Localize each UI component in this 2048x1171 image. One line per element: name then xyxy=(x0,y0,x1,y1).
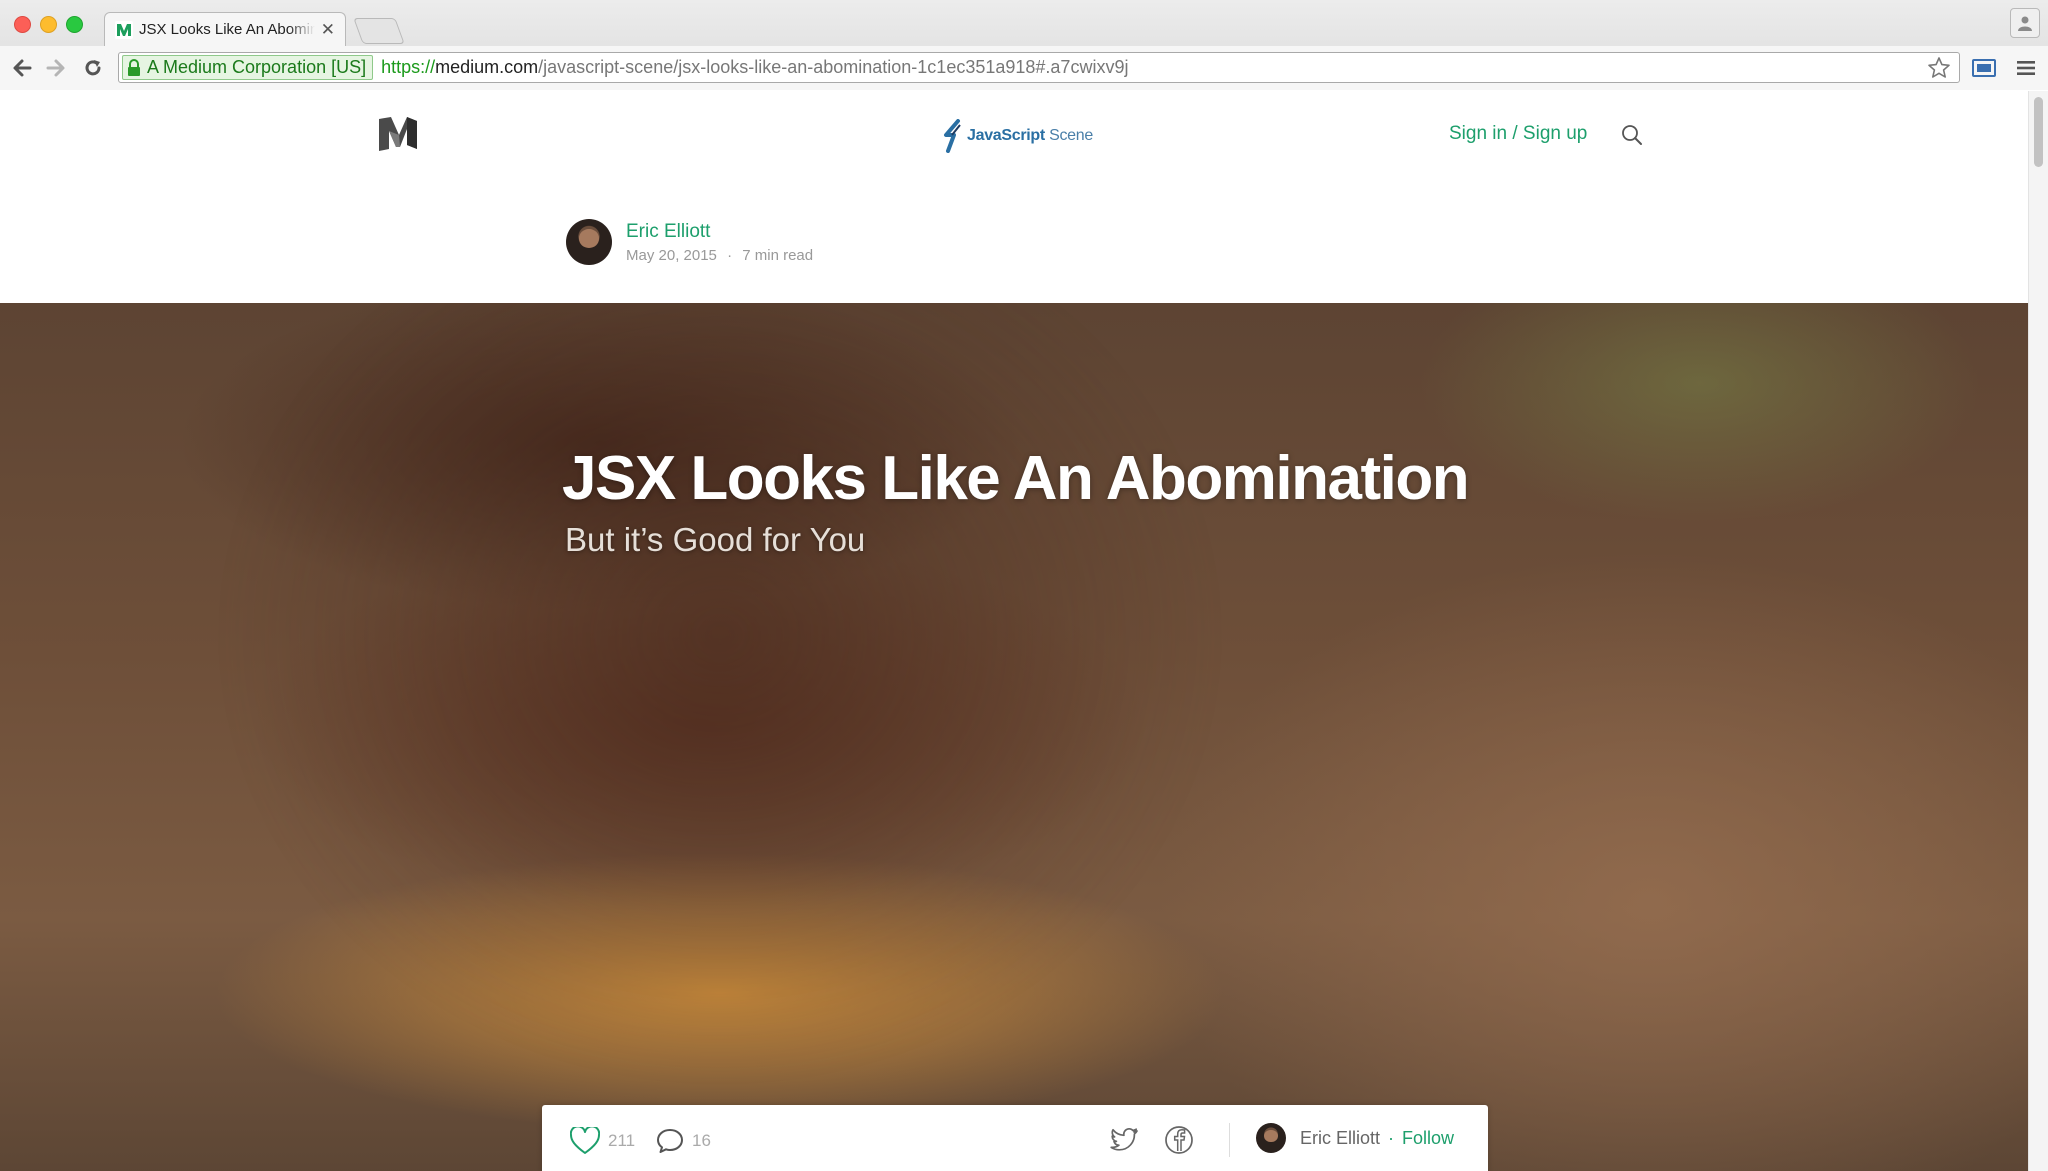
person-icon xyxy=(2018,16,2032,31)
facebook-icon[interactable] xyxy=(1164,1125,1194,1155)
ev-label: A Medium Corporation [US] xyxy=(147,57,367,77)
scrollbar-thumb[interactable] xyxy=(2034,97,2043,167)
responses-button[interactable]: 16 xyxy=(656,1127,711,1155)
minimize-window-button[interactable] xyxy=(40,16,57,33)
hamburger-menu-icon xyxy=(2017,61,2035,75)
signin-link[interactable]: Sign in / Sign up xyxy=(1449,123,1587,145)
hero-image: JSX Looks Like An Abomination But it’s G… xyxy=(0,303,2028,1171)
url-text[interactable]: https://medium.com/javascript-scene/jsx-… xyxy=(381,57,1128,78)
comment-icon xyxy=(657,1129,683,1153)
publication-name: JavaScript Scene xyxy=(967,127,1093,145)
page-scrollbar[interactable] xyxy=(2028,91,2048,1171)
recommend-count: 211 xyxy=(608,1131,636,1150)
address-bar[interactable]: A Medium Corporation [US] https://medium… xyxy=(118,52,1960,83)
article-title: JSX Looks Like An Abomination xyxy=(562,444,1470,513)
meta-separator: · xyxy=(727,246,733,264)
browser-toolbar: A Medium Corporation [US] https://medium… xyxy=(0,46,2048,90)
profile-button[interactable] xyxy=(2010,8,2040,38)
medium-favicon-icon xyxy=(115,20,133,39)
url-scheme: https:// xyxy=(381,57,436,77)
back-button[interactable] xyxy=(8,54,36,82)
menu-button[interactable] xyxy=(2012,56,2040,80)
javascript-scene-logo-icon xyxy=(944,119,961,153)
action-bar-divider xyxy=(1229,1123,1230,1157)
browser-tab-active[interactable]: JSX Looks Like An Abomination ✕ xyxy=(104,12,346,46)
author-avatar[interactable] xyxy=(566,219,612,265)
heart-icon xyxy=(570,1127,600,1154)
reload-button[interactable] xyxy=(79,54,107,82)
tab-close-icon[interactable]: ✕ xyxy=(321,20,335,40)
author-follow-group: Eric Elliott · Follow xyxy=(1256,1123,1454,1153)
bookmark-star-icon[interactable] xyxy=(1927,56,1951,80)
author-name-link[interactable]: Eric Elliott xyxy=(626,221,813,243)
ev-certificate-badge[interactable]: A Medium Corporation [US] xyxy=(122,55,374,80)
browser-chrome: JSX Looks Like An Abomination ✕ xyxy=(0,0,2048,90)
author-name-small[interactable]: Eric Elliott xyxy=(1300,1128,1380,1149)
response-count: 16 xyxy=(692,1131,711,1150)
forward-arrow-icon xyxy=(46,59,65,77)
tab-title: JSX Looks Like An Abomination xyxy=(139,21,315,38)
url-host: medium.com xyxy=(435,57,539,77)
zoom-window-button[interactable] xyxy=(66,16,83,33)
post-date: May 20, 2015 xyxy=(626,246,717,264)
medium-logo-icon[interactable] xyxy=(377,115,419,153)
tab-strip: JSX Looks Like An Abomination ✕ xyxy=(0,0,2048,46)
recommend-button[interactable]: 211 xyxy=(570,1127,635,1155)
publication-name-bold: JavaScript xyxy=(967,127,1045,144)
read-time: 7 min read xyxy=(742,246,814,264)
back-arrow-icon xyxy=(13,59,32,77)
author-separator: · xyxy=(1388,1127,1395,1148)
cast-button[interactable] xyxy=(1970,56,1998,80)
close-window-button[interactable] xyxy=(14,16,31,33)
new-tab-button[interactable] xyxy=(353,18,405,44)
publication-logo[interactable]: JavaScript Scene xyxy=(942,119,1093,153)
url-path: /javascript-scene/jsx-looks-like-an-abom… xyxy=(538,57,1129,77)
publication-name-light: Scene xyxy=(1044,127,1093,144)
reload-icon xyxy=(85,60,101,76)
article-byline: Eric Elliott May 20, 2015 · 7 min read xyxy=(566,219,813,265)
page-content: JavaScript Scene Sign in / Sign up Eric … xyxy=(0,91,2028,1171)
article-subtitle: But it’s Good for You xyxy=(565,521,866,558)
post-action-bar: 211 16 Eric Elliott · Follow xyxy=(542,1105,1488,1171)
lock-icon xyxy=(128,58,140,76)
post-meta: May 20, 2015 · 7 min read xyxy=(626,247,813,264)
twitter-icon[interactable] xyxy=(1110,1125,1140,1153)
search-icon[interactable] xyxy=(1621,124,1643,146)
follow-button[interactable]: Follow xyxy=(1402,1128,1454,1149)
screen-icon xyxy=(1972,59,1996,77)
author-avatar-small[interactable] xyxy=(1256,1123,1286,1153)
forward-button[interactable] xyxy=(42,54,70,82)
